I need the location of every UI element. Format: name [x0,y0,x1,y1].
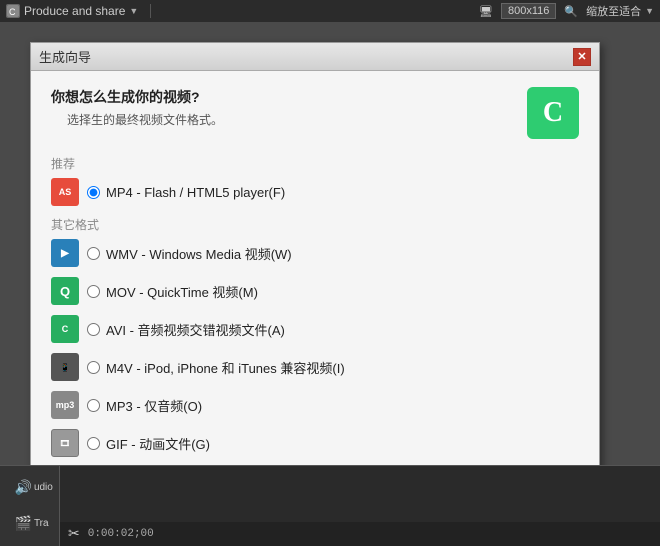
format-item-wmv[interactable]: ▶ WMV - Windows Media 视频(W) [51,239,579,267]
toolbar-separator [150,4,151,18]
zoom-dropdown-arrow[interactable]: ▼ [645,6,654,16]
camtasia-logo: C [527,87,579,139]
format-radio-wmv[interactable] [87,247,100,260]
top-toolbar: C Produce and share ▼ 🖥 800x116 🔍 缩放至适合 … [0,0,660,22]
format-icon-avi: C [51,315,79,343]
resolution-display: 800x116 [501,3,556,19]
format-icon-wmv: ▶ [51,239,79,267]
format-radio-mp3[interactable] [87,399,100,412]
format-icon-mp3: mp3 [51,391,79,419]
zoom-label: 缩放至适合 [586,3,641,19]
cut-icon[interactable]: ✂ [68,525,80,542]
format-item-avi[interactable]: C AVI - 音频视频交错视频文件(A) [51,315,579,343]
format-label-gif[interactable]: GIF - 动画文件(G) [87,434,210,453]
dropdown-arrow[interactable]: ▼ [129,6,138,16]
generate-wizard-dialog: 生成向导 ✕ 你想怎么生成你的视频? 选择生的最终视频文件格式。 C 推荐 [30,42,600,511]
format-radio-mp4[interactable] [87,186,100,199]
audio-track-label: 🔊 udio [15,476,45,500]
zoom-control[interactable]: 缩放至适合 ▼ [586,3,654,19]
audio-icon: 🔊 [15,479,32,496]
time-display: 0:00:02;00 [88,528,154,540]
format-icon-mp4: AS [51,178,79,206]
toolbar-right: 🖥 800x116 🔍 缩放至适合 ▼ [479,3,654,19]
format-item-mp3[interactable]: mp3 MP3 - 仅音频(O) [51,391,579,419]
app-icon: C [6,4,20,18]
produce-share-label: Produce and share [24,4,125,18]
format-label-m4v[interactable]: M4V - iPod, iPhone 和 iTunes 兼容视频(I) [87,358,345,377]
format-icon-gif: 🎞 [51,429,79,457]
format-item-m4v[interactable]: 📱 M4V - iPod, iPhone 和 iTunes 兼容视频(I) [51,353,579,381]
dialog-subtitle: 选择生的最终视频文件格式。 [67,111,223,128]
dialog-header-text: 你想怎么生成你的视频? 选择生的最终视频文件格式。 [51,87,223,128]
format-item-mov[interactable]: Q MOV - QuickTime 视频(M) [51,277,579,305]
side-panel: 🔊 udio 🎬 Tra [0,466,60,546]
section-other-label: 其它格式 [51,216,579,233]
format-radio-mov[interactable] [87,285,100,298]
section-recommend-label: 推荐 [51,155,579,172]
video-track-label: 🎬 Tra [15,512,45,536]
dialog-question: 你想怎么生成你的视频? [51,87,223,107]
video-icon: 🎬 [15,515,32,532]
format-label-mov[interactable]: MOV - QuickTime 视频(M) [87,282,258,301]
search-icon: 🔍 [564,5,578,18]
format-item-gif[interactable]: 🎞 GIF - 动画文件(G) [51,429,579,457]
format-radio-m4v[interactable] [87,361,100,374]
dialog-body: 你想怎么生成你的视频? 选择生的最终视频文件格式。 C 推荐 AS MP4 - … [31,71,599,510]
format-label-wmv[interactable]: WMV - Windows Media 视频(W) [87,244,292,263]
format-label-mp3[interactable]: MP3 - 仅音频(O) [87,396,202,415]
dialog-title: 生成向导 [39,47,573,66]
format-radio-gif[interactable] [87,437,100,450]
format-icon-mov: Q [51,277,79,305]
dialog-titlebar: 生成向导 ✕ [31,43,599,71]
timeline-controls: ✂ 0:00:02;00 [60,522,660,546]
svg-text:C: C [9,7,16,17]
format-item-mp4[interactable]: AS MP4 - Flash / HTML5 player(F) [51,178,579,206]
format-label-mp4[interactable]: MP4 - Flash / HTML5 player(F) [87,185,285,200]
screen-icon: 🖥 [479,5,493,18]
produce-share-menu[interactable]: C Produce and share ▼ [6,4,138,18]
timeline-tracks: ✂ 0:00:02;00 [60,466,660,546]
main-area: 生成向导 ✕ 你想怎么生成你的视频? 选择生的最终视频文件格式。 C 推荐 [0,22,660,545]
dialog-close-button[interactable]: ✕ [573,48,591,66]
timeline-area: 🔊 udio 🎬 Tra ✂ 0:00:02;00 [0,465,660,545]
format-label-avi[interactable]: AVI - 音频视频交错视频文件(A) [87,320,285,339]
dialog-header: 你想怎么生成你的视频? 选择生的最终视频文件格式。 C [51,87,579,139]
format-radio-avi[interactable] [87,323,100,336]
format-icon-m4v: 📱 [51,353,79,381]
